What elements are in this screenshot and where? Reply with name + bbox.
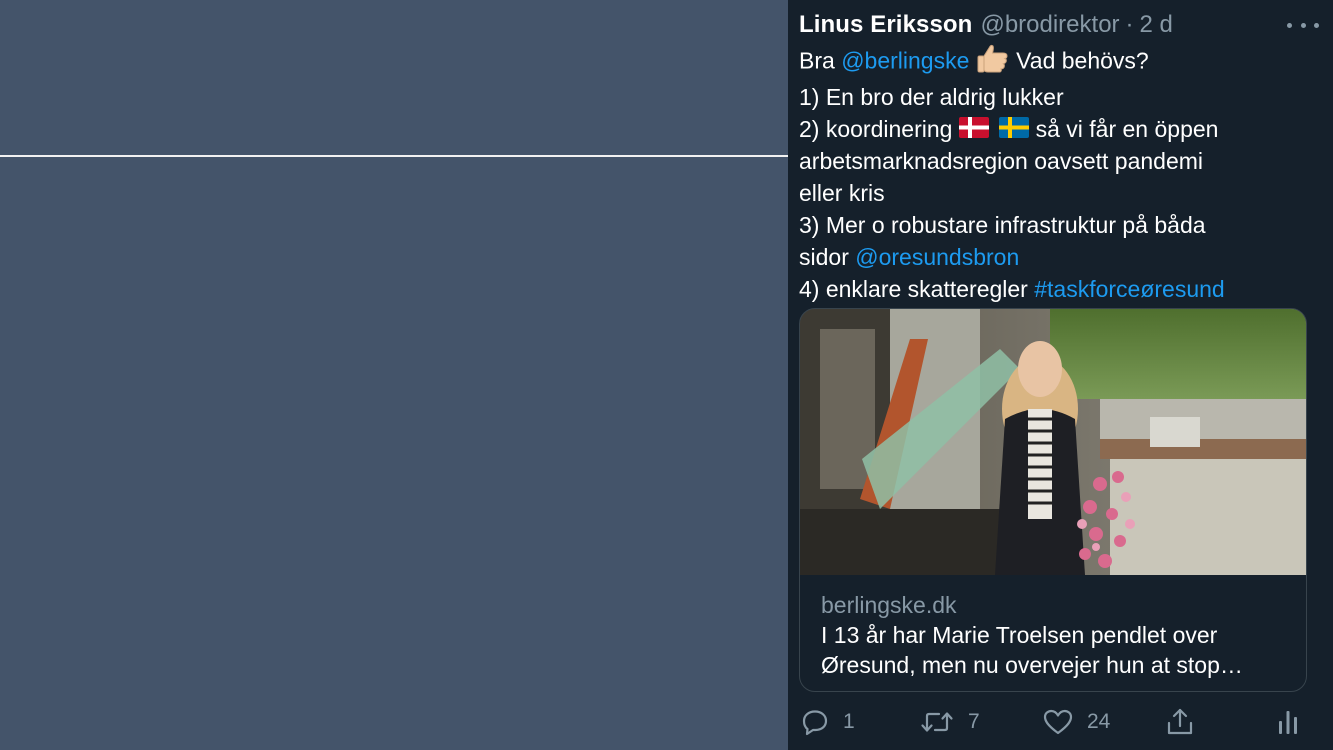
divider-line <box>0 155 788 157</box>
tweet-line: eller kris <box>799 180 885 207</box>
retweet-count: 7 <box>968 710 980 733</box>
card-meta: berlingske.dk I 13 år har Marie Troelsen… <box>821 590 1288 680</box>
like-button[interactable]: 24 <box>1043 700 1110 744</box>
text-segment: Bra <box>799 47 842 74</box>
reply-count: 1 <box>843 710 855 733</box>
mention-link[interactable]: @berlingske <box>841 47 969 73</box>
tweet-line: 4) enklare skatteregler #taskforceøresun… <box>799 274 1324 306</box>
separator-dot: · <box>1125 11 1134 38</box>
text-segment: Vad behövs? <box>1016 47 1149 74</box>
tweet-line: Bra @berlingske Vad behövs? <box>799 43 1324 82</box>
thumbs-up-icon <box>976 43 1010 82</box>
retweet-button[interactable]: 7 <box>920 700 980 744</box>
retweet-icon <box>920 708 954 736</box>
more-icon[interactable] <box>1287 15 1319 35</box>
link-preview-card[interactable]: berlingske.dk I 13 år har Marie Troelsen… <box>799 308 1307 692</box>
card-domain: berlingske.dk <box>821 592 957 618</box>
tweet-header: Linus Eriksson @brodirektor · 2 d <box>799 9 1319 41</box>
reply-icon <box>801 708 829 736</box>
text-segment: så vi får en öppen <box>1035 115 1219 142</box>
tweet-actions: 1 7 24 <box>801 700 1306 744</box>
hashtag-link[interactable]: #taskforceøresund <box>1034 276 1224 302</box>
denmark-flag-icon <box>958 115 989 147</box>
tweet-line: 2) koordinering så vi får en öppen <box>799 114 1324 147</box>
card-title: Øresund, men nu overvejer hun at stop… <box>821 652 1243 678</box>
left-panel <box>0 0 788 750</box>
reply-button[interactable]: 1 <box>801 700 855 744</box>
author-name[interactable]: Linus Eriksson <box>799 11 972 39</box>
card-title: I 13 år har Marie Troelsen pendlet over <box>821 622 1218 648</box>
mention-link[interactable]: @oresundsbron <box>855 244 1019 270</box>
tweet-text: Bra @berlingske Vad behövs? 1) En bro de… <box>799 43 1324 305</box>
text-segment: 2) koordinering <box>799 115 959 142</box>
card-image[interactable] <box>800 309 1306 575</box>
tweet-line: 1) En bro der aldrig lukker <box>799 83 1064 110</box>
tweet-line: sidor @oresundsbron <box>799 242 1324 274</box>
text-segment: 4) enklare skatteregler <box>799 275 1035 302</box>
sweden-flag-icon <box>999 115 1030 147</box>
tweet[interactable]: Linus Eriksson @brodirektor · 2 d Bra @b… <box>788 0 1333 750</box>
analytics-button[interactable] <box>1277 700 1299 744</box>
share-icon <box>1165 707 1195 737</box>
analytics-icon <box>1277 708 1299 736</box>
tweet-timestamp[interactable]: 2 d <box>1140 11 1173 39</box>
text-segment: sidor <box>799 243 856 270</box>
tweet-line: 3) Mer o robustare infrastruktur på båda <box>799 212 1206 238</box>
tweet-line: arbetsmarknadsregion oavsett pandemi <box>799 148 1204 175</box>
share-button[interactable] <box>1165 700 1195 744</box>
like-count: 24 <box>1087 710 1111 733</box>
like-icon <box>1043 708 1073 736</box>
author-handle[interactable]: @brodirektor <box>980 11 1119 39</box>
